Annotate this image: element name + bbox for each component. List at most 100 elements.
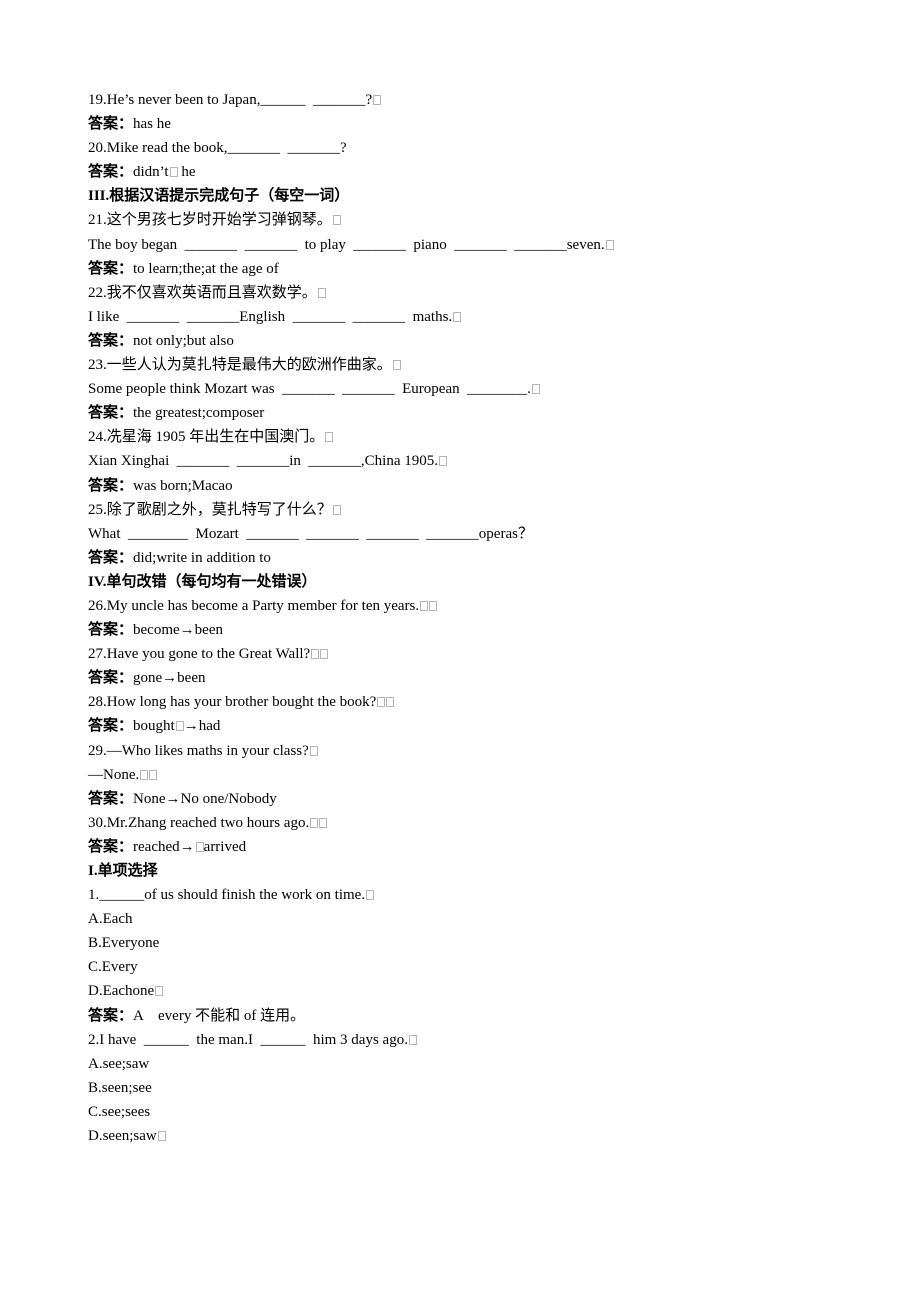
- line-text: not only;but also: [133, 332, 234, 349]
- question-line: 25.除了歌剧之外，莫扎特写了什么？: [88, 498, 848, 522]
- missing-glyph-icon: [310, 817, 319, 828]
- line-text: 2.I have ______ the man.I ______ him 3 d…: [88, 1031, 408, 1048]
- line-text: D.seen;saw: [88, 1128, 157, 1145]
- question-line: Some people think Mozart was _______ ___…: [88, 377, 848, 401]
- missing-glyph-icon: [317, 287, 326, 298]
- missing-glyph-icon: [140, 769, 149, 780]
- answer-label: 答案：: [88, 116, 134, 133]
- question-line: 28.How long has your brother bought the …: [88, 690, 848, 714]
- missing-glyph-icon: [157, 1131, 166, 1142]
- missing-glyph-icon: [386, 697, 395, 708]
- question-line: 19.He’s never been to Japan,______ _____…: [88, 88, 848, 112]
- missing-glyph-icon: [366, 890, 375, 901]
- missing-glyph-icon: [169, 167, 178, 178]
- answer-label: 答案：: [88, 1007, 134, 1024]
- answer-label: 答案：: [88, 549, 134, 566]
- line-text: 29.—Who likes maths in your class?: [88, 742, 309, 759]
- answer-line: 答案：the greatest;composer: [88, 401, 848, 425]
- question-line: —None.: [88, 763, 848, 787]
- question-line: I like _______ _______English _______ __…: [88, 305, 848, 329]
- line-text: gone→been: [133, 670, 206, 687]
- missing-glyph-icon: [309, 745, 318, 756]
- question-line: What ________ Mozart _______ _______ ___…: [88, 522, 848, 546]
- question-line: 24.冼星海 1905 年出生在中国澳门。: [88, 425, 848, 449]
- answer-line: 答案：did;write in addition to: [88, 546, 848, 570]
- line-text: A.see;saw: [88, 1055, 150, 1072]
- missing-glyph-icon: [531, 384, 540, 395]
- line-text: didn’t: [133, 164, 169, 181]
- line-text: Some people think Mozart was _______ ___…: [88, 381, 531, 398]
- answer-label: 答案：: [88, 332, 134, 349]
- question-line: Xian Xinghai _______ _______in _______,C…: [88, 449, 848, 473]
- line-text: A.Each: [88, 911, 133, 928]
- answer-label: 答案：: [88, 670, 134, 687]
- missing-glyph-icon: [392, 360, 401, 371]
- line-text: become→been: [133, 622, 223, 639]
- answer-label: 答案：: [88, 405, 134, 422]
- answer-line: 答案：reached→ arrived: [88, 835, 848, 859]
- answer-label: 答案：: [88, 838, 134, 855]
- missing-glyph-icon: [195, 841, 204, 852]
- line-text: 21.这个男孩七岁时开始学习弹钢琴。: [88, 212, 332, 229]
- option-line: A.see;saw: [88, 1052, 848, 1076]
- question-line: 2.I have ______ the man.I ______ him 3 d…: [88, 1028, 848, 1052]
- section-heading: I.单项选择: [88, 859, 848, 883]
- question-line: 29.—Who likes maths in your class?: [88, 739, 848, 763]
- missing-glyph-icon: [149, 769, 158, 780]
- line-text: IV.单句改错（每句均有一处错误）: [88, 573, 317, 590]
- line-text: to learn;the;at the age of: [133, 260, 279, 277]
- answer-label: 答案：: [88, 164, 134, 181]
- question-line: 27.Have you gone to the Great Wall?: [88, 642, 848, 666]
- missing-glyph-icon: [429, 600, 438, 611]
- question-line: 20.Mike read the book,_______ _______?: [88, 136, 848, 160]
- question-line: 30.Mr.Zhang reached two hours ago.: [88, 811, 848, 835]
- missing-glyph-icon: [155, 986, 164, 997]
- line-text: 22.我不仅喜欢英语而且喜欢数学。: [88, 284, 317, 301]
- option-line: D.Eachone: [88, 979, 848, 1003]
- line-text: has he: [133, 116, 171, 133]
- line-suffix: →had: [183, 718, 221, 735]
- line-suffix: arrived: [203, 838, 247, 855]
- option-line: B.seen;see: [88, 1076, 848, 1100]
- line-text: B.seen;see: [88, 1079, 152, 1096]
- line-text: —None.: [88, 766, 140, 783]
- answer-label: 答案：: [88, 260, 134, 277]
- question-line: 1.______of us should finish the work on …: [88, 883, 848, 907]
- missing-glyph-icon: [605, 239, 614, 250]
- line-text: Xian Xinghai _______ _______in _______,C…: [88, 453, 438, 470]
- answer-line: 答案：become→been: [88, 618, 848, 642]
- line-text: The boy began _______ _______ to play __…: [88, 236, 605, 253]
- option-line: D.seen;saw: [88, 1124, 848, 1148]
- option-line: A.Each: [88, 907, 848, 931]
- option-line: C.Every: [88, 955, 848, 979]
- answer-label: 答案：: [88, 718, 134, 735]
- line-text: C.Every: [88, 959, 138, 976]
- line-text: What ________ Mozart _______ _______ ___…: [88, 525, 533, 542]
- line-text: did;write in addition to: [133, 549, 271, 566]
- answer-line: 答案：to learn;the;at the age of: [88, 257, 848, 281]
- question-line: 26.My uncle has become a Party member fo…: [88, 594, 848, 618]
- answer-label: 答案：: [88, 790, 134, 807]
- answer-line: 答案：gone→been: [88, 666, 848, 690]
- line-text: None→No one/Nobody: [133, 790, 277, 807]
- question-line: 23.一些人认为莫扎特是最伟大的欧洲作曲家。: [88, 353, 848, 377]
- question-line: 21.这个男孩七岁时开始学习弹钢琴。: [88, 208, 848, 232]
- missing-glyph-icon: [332, 215, 341, 226]
- missing-glyph-icon: [320, 649, 329, 660]
- question-line: 22.我不仅喜欢英语而且喜欢数学。: [88, 281, 848, 305]
- line-text: I.单项选择: [88, 863, 158, 879]
- line-text: A every 不能和 of 连用。: [133, 1007, 306, 1024]
- line-text: 27.Have you gone to the Great Wall?: [88, 646, 311, 663]
- question-line: The boy began _______ _______ to play __…: [88, 233, 848, 257]
- answer-line: 答案：has he: [88, 112, 848, 136]
- line-text: the greatest;composer: [133, 405, 265, 422]
- missing-glyph-icon: [311, 649, 320, 660]
- line-text: 26.My uncle has become a Party member fo…: [88, 597, 420, 614]
- line-text: 28.How long has your brother bought the …: [88, 694, 377, 711]
- line-text: was born;Macao: [133, 477, 233, 494]
- missing-glyph-icon: [420, 600, 429, 611]
- answer-label: 答案：: [88, 477, 134, 494]
- line-text: 23.一些人认为莫扎特是最伟大的欧洲作曲家。: [88, 357, 392, 374]
- answer-line: 答案：was born;Macao: [88, 474, 848, 498]
- missing-glyph-icon: [325, 432, 334, 443]
